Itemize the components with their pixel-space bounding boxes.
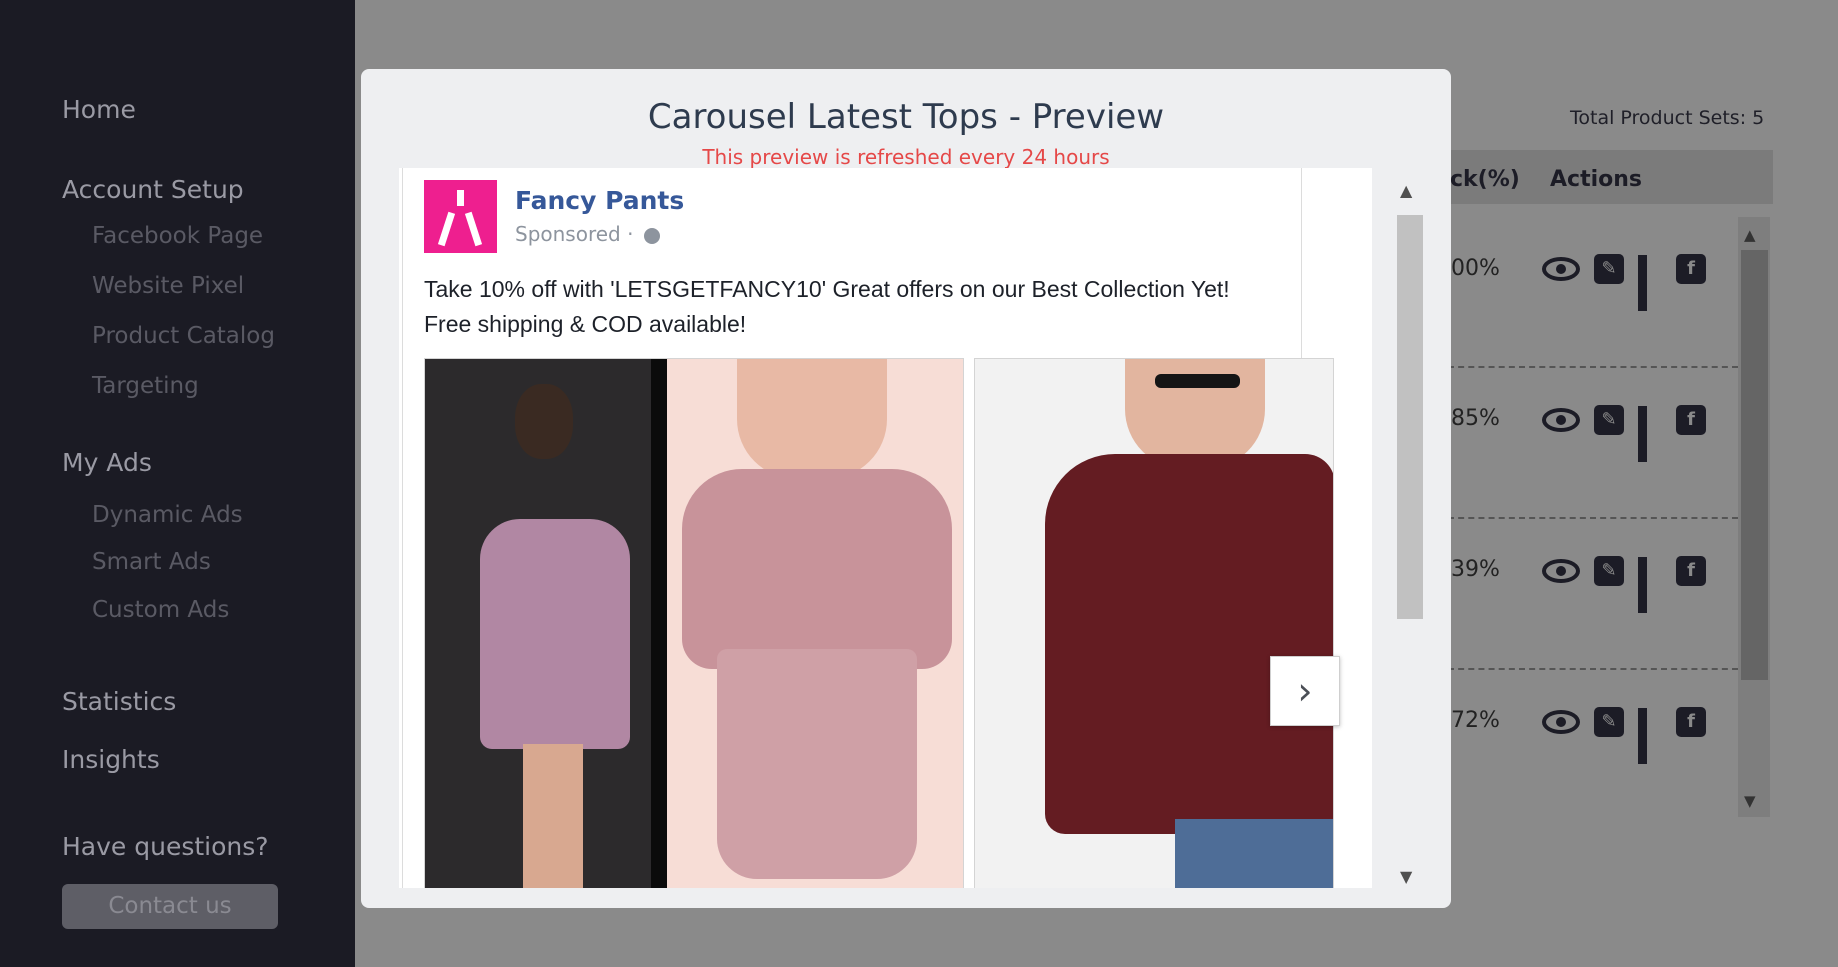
row-actions: ✎ f <box>1542 254 1706 311</box>
brand-logo[interactable] <box>424 180 497 253</box>
sidebar-item-home[interactable]: Home <box>62 95 136 124</box>
edit-icon[interactable]: ✎ <box>1594 707 1624 737</box>
table-scroll-up-icon[interactable]: ▲ <box>1744 226 1756 244</box>
table-scroll-down-icon[interactable]: ▼ <box>1744 792 1756 810</box>
eye-icon[interactable] <box>1542 710 1580 734</box>
eye-icon[interactable] <box>1542 257 1580 281</box>
row-divider <box>1448 366 1738 368</box>
edit-icon[interactable]: ✎ <box>1594 254 1624 284</box>
modal-scrollbar-thumb[interactable] <box>1397 215 1423 619</box>
pause-icon[interactable] <box>1638 557 1662 613</box>
row-pct: 85% <box>1451 406 1500 431</box>
contact-us-button[interactable]: Contact us <box>62 884 278 929</box>
table-scrollbar-thumb[interactable] <box>1741 250 1768 680</box>
pause-icon[interactable] <box>1638 255 1662 311</box>
edit-icon[interactable]: ✎ <box>1594 405 1624 435</box>
row-divider <box>1448 668 1738 670</box>
sidebar-item-statistics[interactable]: Statistics <box>62 687 176 716</box>
row-pct: 39% <box>1451 557 1500 582</box>
sidebar: Home Account Setup Facebook Page Website… <box>0 0 355 967</box>
column-header-actions: Actions <box>1550 167 1642 192</box>
modal-scroll-up-icon[interactable]: ▲ <box>1400 181 1412 200</box>
sidebar-item-custom-ads[interactable]: Custom Ads <box>92 597 229 623</box>
product-image <box>425 359 665 888</box>
carousel-card[interactable] <box>974 358 1334 888</box>
sidebar-questions-label: Have questions? <box>62 832 269 861</box>
row-actions: ✎ f <box>1542 707 1706 764</box>
carousel-next-button[interactable]: › <box>1270 656 1340 726</box>
facebook-ad-card: Fancy Pants Sponsored · Take 10% off wit… <box>402 168 1340 888</box>
row-pct: 72% <box>1451 708 1500 733</box>
facebook-icon[interactable]: f <box>1676 556 1706 586</box>
carousel-card[interactable] <box>424 358 964 888</box>
ad-preview-frame: Fancy Pants Sponsored · Take 10% off wit… <box>399 168 1372 888</box>
sidebar-item-account-setup[interactable]: Account Setup <box>62 175 244 204</box>
sidebar-item-smart-ads[interactable]: Smart Ads <box>92 549 211 575</box>
eye-icon[interactable] <box>1542 559 1580 583</box>
pause-icon[interactable] <box>1638 406 1662 462</box>
row-actions: ✎ f <box>1542 556 1706 613</box>
sidebar-item-my-ads[interactable]: My Ads <box>62 448 152 477</box>
sidebar-item-dynamic-ads[interactable]: Dynamic Ads <box>92 502 243 528</box>
eye-icon[interactable] <box>1542 408 1580 432</box>
row-actions: ✎ f <box>1542 405 1706 462</box>
page-name-link[interactable]: Fancy Pants <box>515 186 684 215</box>
sidebar-item-website-pixel[interactable]: Website Pixel <box>92 273 244 299</box>
sidebar-item-insights[interactable]: Insights <box>62 745 160 774</box>
sidebar-item-facebook-page[interactable]: Facebook Page <box>92 223 263 249</box>
row-divider <box>1448 517 1738 519</box>
modal-scroll-down-icon[interactable]: ▼ <box>1400 867 1412 886</box>
sponsored-label: Sponsored · <box>515 222 660 246</box>
refresh-note: This preview is refreshed every 24 hours <box>702 145 1110 169</box>
facebook-icon[interactable]: f <box>1676 405 1706 435</box>
globe-icon <box>643 227 660 244</box>
sidebar-item-targeting[interactable]: Targeting <box>92 373 199 399</box>
sidebar-item-product-catalog[interactable]: Product Catalog <box>92 323 275 349</box>
edit-icon[interactable]: ✎ <box>1594 556 1624 586</box>
facebook-icon[interactable]: f <box>1676 254 1706 284</box>
preview-modal: Carousel Latest Tops - Preview This prev… <box>361 69 1451 908</box>
sponsored-text: Sponsored · <box>515 222 634 246</box>
column-header-pct: ck(%) <box>1450 167 1520 192</box>
pause-icon[interactable] <box>1638 708 1662 764</box>
modal-title: Carousel Latest Tops - Preview <box>647 97 1165 137</box>
product-image <box>667 359 963 888</box>
facebook-icon[interactable]: f <box>1676 707 1706 737</box>
row-pct: 00% <box>1451 256 1500 281</box>
ad-primary-text: Take 10% off with 'LETSGETFANCY10' Great… <box>424 276 1230 337</box>
total-product-sets: Total Product Sets: 5 <box>1570 107 1765 129</box>
